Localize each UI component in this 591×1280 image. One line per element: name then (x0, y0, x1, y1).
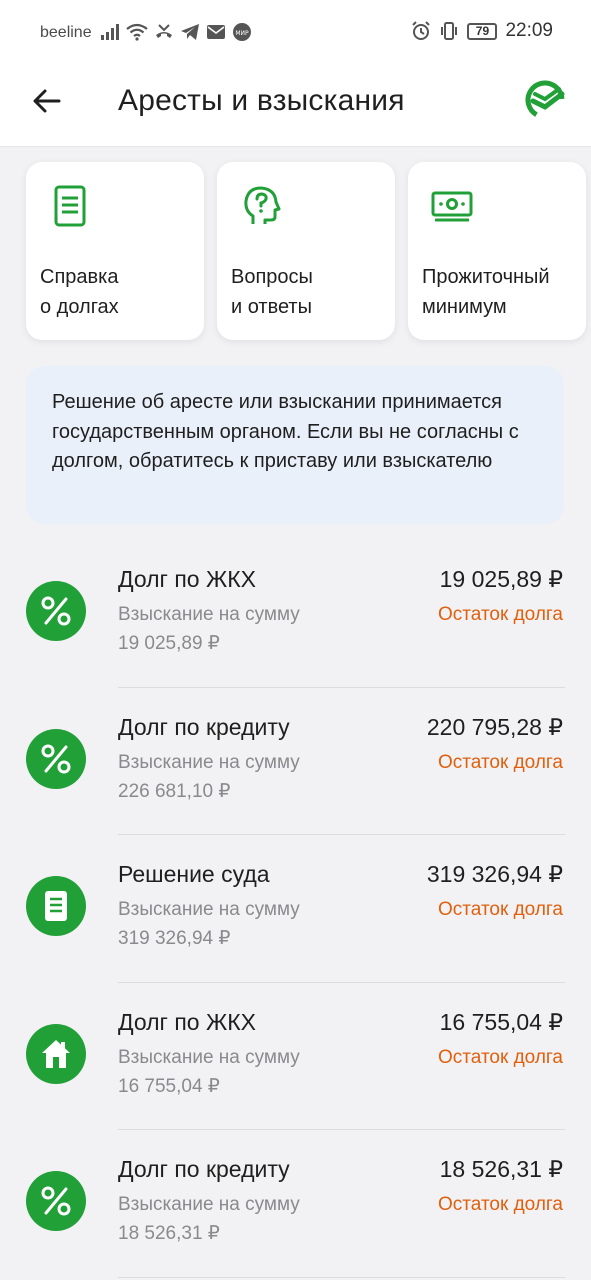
question-head-icon (244, 186, 281, 224)
card-label: Вопросы и ответы (231, 266, 313, 318)
debt-subtitle: Взыскание на сумму 18 526,31 ₽ (118, 1190, 378, 1248)
vibrate-icon (441, 22, 458, 40)
missed-call-icon (156, 24, 172, 38)
alarm-icon (412, 21, 431, 40)
percent-icon (26, 581, 86, 641)
carrier-name: beeline (40, 24, 92, 41)
card-label: Прожиточный минимум (422, 266, 550, 318)
debt-recovery-sum: 16 755,04 ₽ (118, 1075, 220, 1097)
debt-statement-card[interactable]: Справка о долгах (26, 162, 204, 340)
debt-subtitle-label: Взыскание на сумму (118, 1046, 300, 1068)
debt-amount: 319 326,94 ₽ (426, 861, 563, 887)
debt-subtitle: Взыскание на сумму 319 326,94 ₽ (118, 895, 378, 953)
debt-subtitle-label: Взыскание на сумму (118, 1194, 300, 1215)
debt-amount: 18 526,31 ₽ (439, 1156, 563, 1182)
debt-subtitle-label: Взыскание на сумму (118, 604, 300, 625)
battery-indicator: 79 (467, 22, 498, 40)
info-notice: Решение об аресте или взыскании принимае… (26, 366, 564, 524)
debt-recovery-sum: 319 326,94 ₽ (118, 928, 231, 949)
debt-amount: 19 025,89 ₽ (439, 566, 563, 592)
status-left-icons: МИР (100, 22, 252, 42)
document-icon (26, 876, 86, 936)
clock: 22:09 (505, 20, 553, 41)
debt-item[interactable]: Решение суда Взыскание на сумму 319 326,… (0, 835, 591, 983)
quick-actions: Справка о долгах Вопросы и ответы Прожит… (26, 162, 586, 340)
debt-subtitle: Взыскание на сумму 16 755,04 ₽ (118, 1043, 378, 1101)
page-title: Аресты и взыскания (118, 84, 405, 117)
debt-recovery-sum: 18 526,31 ₽ (118, 1223, 220, 1244)
debt-status: Остаток долга (438, 899, 563, 920)
wifi-icon (126, 23, 148, 41)
debt-recovery-sum: 19 025,89 ₽ (118, 633, 220, 654)
debt-subtitle-label: Взыскание на сумму (118, 899, 300, 920)
status-right: 79 22:09 (411, 20, 553, 42)
debt-subtitle-label: Взыскание на сумму (118, 751, 300, 773)
debt-status: Остаток долга (438, 1194, 563, 1215)
debt-subtitle: Взыскание на сумму 226 681,10 ₽ (118, 748, 378, 806)
signal-icon (101, 24, 119, 40)
debt-item[interactable]: Долг по ЖКХ Взыскание на сумму 16 755,04… (0, 983, 591, 1130)
mir-icon: МИР (233, 23, 251, 41)
debt-item[interactable]: Долг по ЖКХ Взыскание на сумму 19 025,89… (0, 540, 591, 688)
sber-logo-icon (525, 80, 565, 120)
telegram-icon (181, 24, 199, 40)
debt-title: Долг по кредиту (118, 1156, 290, 1182)
debt-status: Остаток долга (438, 604, 563, 625)
faq-card[interactable]: Вопросы и ответы (217, 162, 395, 340)
debt-title: Долг по ЖКХ (118, 1008, 256, 1035)
debt-item[interactable]: Долг по кредиту Взыскание на сумму 226 6… (0, 688, 591, 835)
debt-item[interactable]: Долг по кредиту Взыскание на сумму 18 52… (0, 1130, 591, 1278)
arrow-left-icon (33, 89, 61, 113)
house-icon (26, 1023, 86, 1084)
banknote-icon (431, 191, 473, 222)
subsistence-minimum-card[interactable]: Прожиточный минимум (408, 162, 586, 340)
debt-status: Остаток долга (438, 1046, 563, 1068)
card-label: Справка о долгах (40, 266, 119, 318)
mail-icon (207, 25, 225, 39)
debt-title: Долг по кредиту (118, 713, 290, 740)
svg-text:МИР: МИР (235, 30, 249, 37)
divider (118, 1276, 565, 1278)
debt-amount: 16 755,04 ₽ (439, 1008, 563, 1035)
debt-list: Долг по ЖКХ Взыскание на сумму 19 025,89… (0, 540, 591, 1278)
back-button[interactable] (30, 84, 64, 118)
debt-title: Долг по ЖКХ (118, 566, 256, 592)
debt-subtitle: Взыскание на сумму 19 025,89 ₽ (118, 600, 378, 658)
debt-recovery-sum: 226 681,10 ₽ (118, 780, 231, 802)
document-icon (54, 185, 86, 227)
app-header: Аресты и взыскания (0, 66, 591, 147)
debt-status: Остаток долга (438, 751, 563, 773)
debt-title: Решение суда (118, 861, 270, 887)
status-bar: beeline МИР 79 22:09 (0, 0, 591, 66)
percent-icon (26, 1171, 86, 1231)
percent-icon (26, 728, 86, 789)
debt-amount: 220 795,28 ₽ (426, 713, 563, 740)
